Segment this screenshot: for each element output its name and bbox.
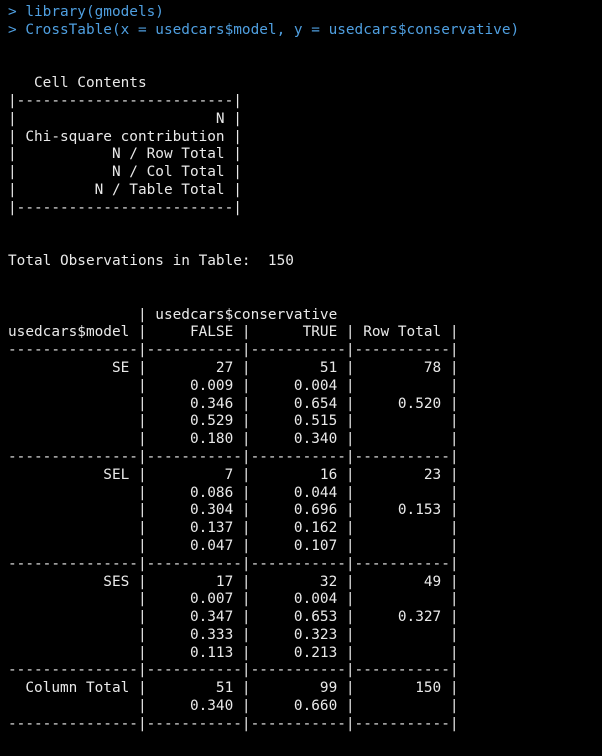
cell-contents-line: | N / Col Total | (8, 164, 242, 181)
crosstab-line: | 0.304 | 0.696 | 0.153 | (8, 502, 468, 519)
crosstab-table: | usedcars$conservative usedcars$model |… (8, 307, 598, 734)
crosstab-line: | 0.529 | 0.515 | | (8, 413, 468, 430)
crosstab-line: ---------------|-----------|-----------|… (8, 342, 459, 359)
crosstab-line: ---------------|-----------|-----------|… (8, 715, 459, 732)
crosstab-line: ---------------|-----------|-----------|… (8, 448, 459, 465)
crosstab-line: Column Total | 51 | 99 | 150 | (8, 680, 468, 697)
command-line: > library(gmodels) (8, 4, 598, 22)
cell-contents-line: |-------------------------| (8, 92, 242, 109)
crosstab-line: | 0.340 | 0.660 | | (8, 698, 468, 715)
crosstab-line: | 0.007 | 0.004 | | (8, 591, 468, 608)
command-text: CrossTable(x = usedcars$model, y = usedc… (25, 21, 520, 38)
crosstab-line: | 0.009 | 0.004 | | (8, 377, 468, 394)
cell-contents-line: | N | (8, 110, 242, 127)
crosstab-line: | 0.333 | 0.323 | | (8, 626, 468, 643)
cell-contents-line: Cell Contents (8, 75, 147, 92)
cell-contents-line: |-------------------------| (8, 199, 242, 216)
crosstab-line: | 0.113 | 0.213 | | (8, 644, 468, 661)
prompt: > (8, 21, 26, 38)
crosstab-line: SEL | 7 | 16 | 23 | (8, 466, 468, 483)
crosstab-line: usedcars$model | FALSE | TRUE | Row Tota… (8, 324, 468, 341)
crosstab-line: | 0.086 | 0.044 | | (8, 484, 468, 501)
crosstab-line: | 0.047 | 0.107 | | (8, 537, 468, 554)
cell-contents-legend: Cell Contents |-------------------------|… (8, 75, 598, 217)
crosstab-line: SE | 27 | 51 | 78 | (8, 359, 468, 376)
r-console[interactable]: > library(gmodels) > CrossTable(x = used… (8, 4, 598, 756)
command-line: > CrossTable(x = usedcars$model, y = use… (8, 22, 598, 40)
cell-contents-line: | Chi-square contribution | (8, 128, 242, 145)
crosstab-line: | 0.347 | 0.653 | 0.327 | (8, 609, 468, 626)
prompt: > (8, 4, 26, 20)
crosstab-line: | usedcars$conservative (8, 306, 346, 323)
crosstab-line: ---------------|-----------|-----------|… (8, 662, 459, 679)
cell-contents-line: | N / Row Total | (8, 146, 242, 163)
crosstab-line: | 0.346 | 0.654 | 0.520 | (8, 395, 468, 412)
crosstab-line: | 0.180 | 0.340 | | (8, 431, 468, 448)
crosstab-line: ---------------|-----------|-----------|… (8, 555, 459, 572)
cell-contents-line: | N / Table Total | (8, 181, 242, 198)
command-text: library(gmodels) (25, 4, 164, 20)
crosstab-line: SES | 17 | 32 | 49 | (8, 573, 468, 590)
crosstab-line: | 0.137 | 0.162 | | (8, 520, 468, 537)
total-observations: Total Observations in Table: 150 (8, 253, 294, 270)
